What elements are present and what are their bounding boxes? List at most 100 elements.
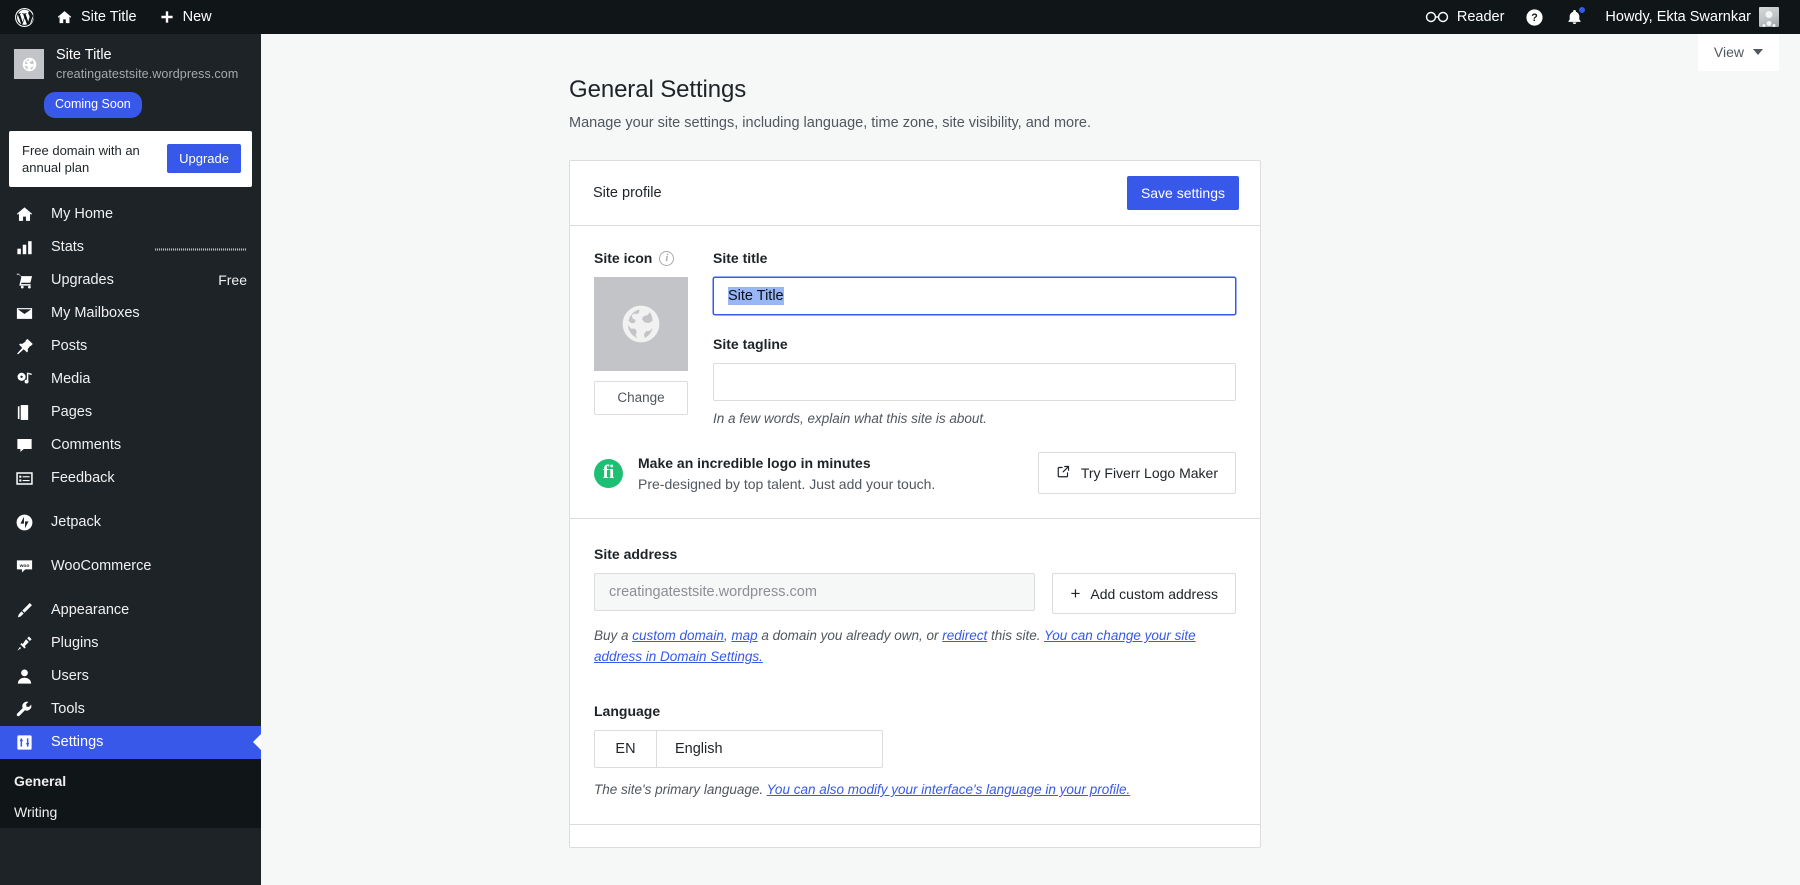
site-address-label: Site address <box>594 546 1236 562</box>
save-settings-button[interactable]: Save settings <box>1127 176 1239 210</box>
masthead-left-group: Site Title New <box>0 0 223 34</box>
site-address-input[interactable] <box>594 573 1035 611</box>
sidebar-item-tools[interactable]: Tools <box>0 693 261 726</box>
notifications-bell-icon <box>1566 8 1583 26</box>
sidebar-item-label: Posts <box>51 338 247 354</box>
sidebar-item-label: Pages <box>51 404 247 420</box>
sidebar-item-posts[interactable]: Posts <box>0 330 261 363</box>
sidebar-item-pages[interactable]: Pages <box>0 396 261 429</box>
home-icon <box>56 9 73 26</box>
account-menu-button[interactable]: Howdy, Ekta Swarnkar <box>1594 0 1790 34</box>
media-icon <box>14 370 34 389</box>
sidebar-item-label: Media <box>51 371 247 387</box>
site-title-value: Site Title <box>728 287 784 305</box>
page-subtitle: Manage your site settings, including lan… <box>569 115 1261 131</box>
sidebar-subitem-general[interactable]: General <box>0 766 261 797</box>
plus-icon: + <box>1070 585 1080 602</box>
add-custom-address-label: Add custom address <box>1090 586 1218 602</box>
reader-glasses-icon <box>1425 10 1449 24</box>
sidebar-item-label: Feedback <box>51 470 247 486</box>
sidebar-item-feedback[interactable]: Feedback <box>0 462 261 495</box>
change-site-icon-button[interactable]: Change <box>594 381 688 415</box>
sidebar-item-label: Comments <box>51 437 247 453</box>
stats-sparkline <box>155 242 247 252</box>
fiverr-promo-subtext: Pre-designed by top talent. Just add you… <box>638 476 1023 492</box>
sidebar-item-woocommerce[interactable]: wooWooCommerce <box>0 550 261 583</box>
sidebar-item-plugins[interactable]: Plugins <box>0 627 261 660</box>
site-address-legal: Buy a custom domain, map a domain you al… <box>594 625 1236 667</box>
masthead-right-group: Reader ? Howdy, Ekta Swarnkar <box>1411 0 1800 34</box>
language-code: EN <box>595 731 657 767</box>
paintbrush-icon <box>14 601 34 620</box>
site-tagline-label: Site tagline <box>713 336 1236 352</box>
sidebar-item-jetpack[interactable]: Jetpack <box>0 506 261 539</box>
sidebar-item-label: My Home <box>51 206 247 222</box>
reader-label: Reader <box>1457 9 1505 25</box>
language-name: English <box>657 731 882 767</box>
fiverr-promo-text: Make an incredible logo in minutes Pre-d… <box>638 455 1023 492</box>
sidebar-item-label: Users <box>51 668 247 684</box>
sidebar-item-label: My Mailboxes <box>51 305 247 321</box>
view-dropdown-button[interactable]: View <box>1698 34 1779 71</box>
help-button[interactable]: ? <box>1514 0 1555 34</box>
sidebar-item-upgrades[interactable]: UpgradesFree <box>0 264 261 297</box>
fiverr-promo-headline: Make an incredible logo in minutes <box>638 455 1023 471</box>
sidebar-site-name: Site Title <box>56 46 238 65</box>
bottom-spacer <box>594 800 1236 824</box>
sidebar-item-label: Settings <box>51 734 247 750</box>
globe-site-icon <box>618 301 664 347</box>
main-content: View General Settings Manage your site s… <box>261 34 1800 885</box>
status-badge[interactable]: Coming Soon <box>44 92 142 118</box>
try-fiverr-logo-maker-button[interactable]: Try Fiverr Logo Maker <box>1038 452 1236 494</box>
comment-icon <box>14 436 34 455</box>
sidebar-submenu: GeneralWriting <box>0 759 261 828</box>
notifications-button[interactable] <box>1555 0 1594 34</box>
redirect-link[interactable]: redirect <box>942 628 987 643</box>
chevron-down-icon <box>1753 49 1763 55</box>
masthead-bar: Site Title New Reader ? <box>0 0 1800 34</box>
language-hint: The site's primary language. You can als… <box>594 779 1236 800</box>
sidebar-item-users[interactable]: Users <box>0 660 261 693</box>
masthead-site-link[interactable]: Site Title <box>45 0 148 34</box>
site-icon-label-row: Site icon i <box>594 250 688 266</box>
upgrade-button[interactable]: Upgrade <box>167 144 241 173</box>
sidebar-item-settings[interactable]: Settings <box>0 726 261 759</box>
plug-icon <box>14 634 34 653</box>
sidebar-item-comments[interactable]: Comments <box>0 429 261 462</box>
sidebar-item-media[interactable]: Media <box>0 363 261 396</box>
sidebar-site-card[interactable]: Site Title creatingatestsite.wordpress.c… <box>0 34 261 83</box>
sidebar-item-my-home[interactable]: My Home <box>0 198 261 231</box>
custom-domain-link[interactable]: custom domain <box>632 628 724 643</box>
profile-language-link[interactable]: You can also modify your interface's lan… <box>767 782 1131 797</box>
sidebar-site-url: creatingatestsite.wordpress.com <box>56 65 238 83</box>
sidebar-item-label: Tools <box>51 701 247 717</box>
info-icon[interactable]: i <box>659 251 674 266</box>
site-title-input[interactable]: Site Title <box>713 277 1236 315</box>
sidebar-item-label: Plugins <box>51 635 247 651</box>
sidebar-site-meta: Site Title creatingatestsite.wordpress.c… <box>56 46 238 83</box>
card-title: Site profile <box>593 185 662 201</box>
reader-button[interactable]: Reader <box>1411 0 1515 34</box>
site-icon-preview <box>594 277 688 371</box>
add-custom-address-button[interactable]: + Add custom address <box>1052 573 1236 614</box>
language-section: Language EN English The site's primary l… <box>594 667 1236 800</box>
external-link-icon <box>1056 464 1071 482</box>
legal-part-1: Buy a <box>594 628 632 643</box>
wordpress-logo-button[interactable] <box>0 0 45 34</box>
site-tagline-input[interactable] <box>713 363 1236 401</box>
svg-text:?: ? <box>1532 12 1539 24</box>
upsell-text: Free domain with an annual plan <box>22 142 157 176</box>
language-label: Language <box>594 703 1236 719</box>
map-domain-link[interactable]: map <box>731 628 757 643</box>
masthead-new-button[interactable]: New <box>148 0 223 34</box>
sidebar-subitem-writing[interactable]: Writing <box>0 797 261 828</box>
sidebar-item-my-mailboxes[interactable]: My Mailboxes <box>0 297 261 330</box>
legal-part-4: this site. <box>987 628 1044 643</box>
language-selector[interactable]: EN English <box>594 730 883 768</box>
site-icon-column: Site icon i Change <box>594 250 688 426</box>
sidebar-item-stats[interactable]: Stats <box>0 231 261 264</box>
sidebar-item-appearance[interactable]: Appearance <box>0 594 261 627</box>
site-profile-card: Site profile Save settings Site icon i <box>569 160 1261 848</box>
avatar <box>1759 7 1779 27</box>
sidebar-item-badge: Free <box>218 272 247 288</box>
